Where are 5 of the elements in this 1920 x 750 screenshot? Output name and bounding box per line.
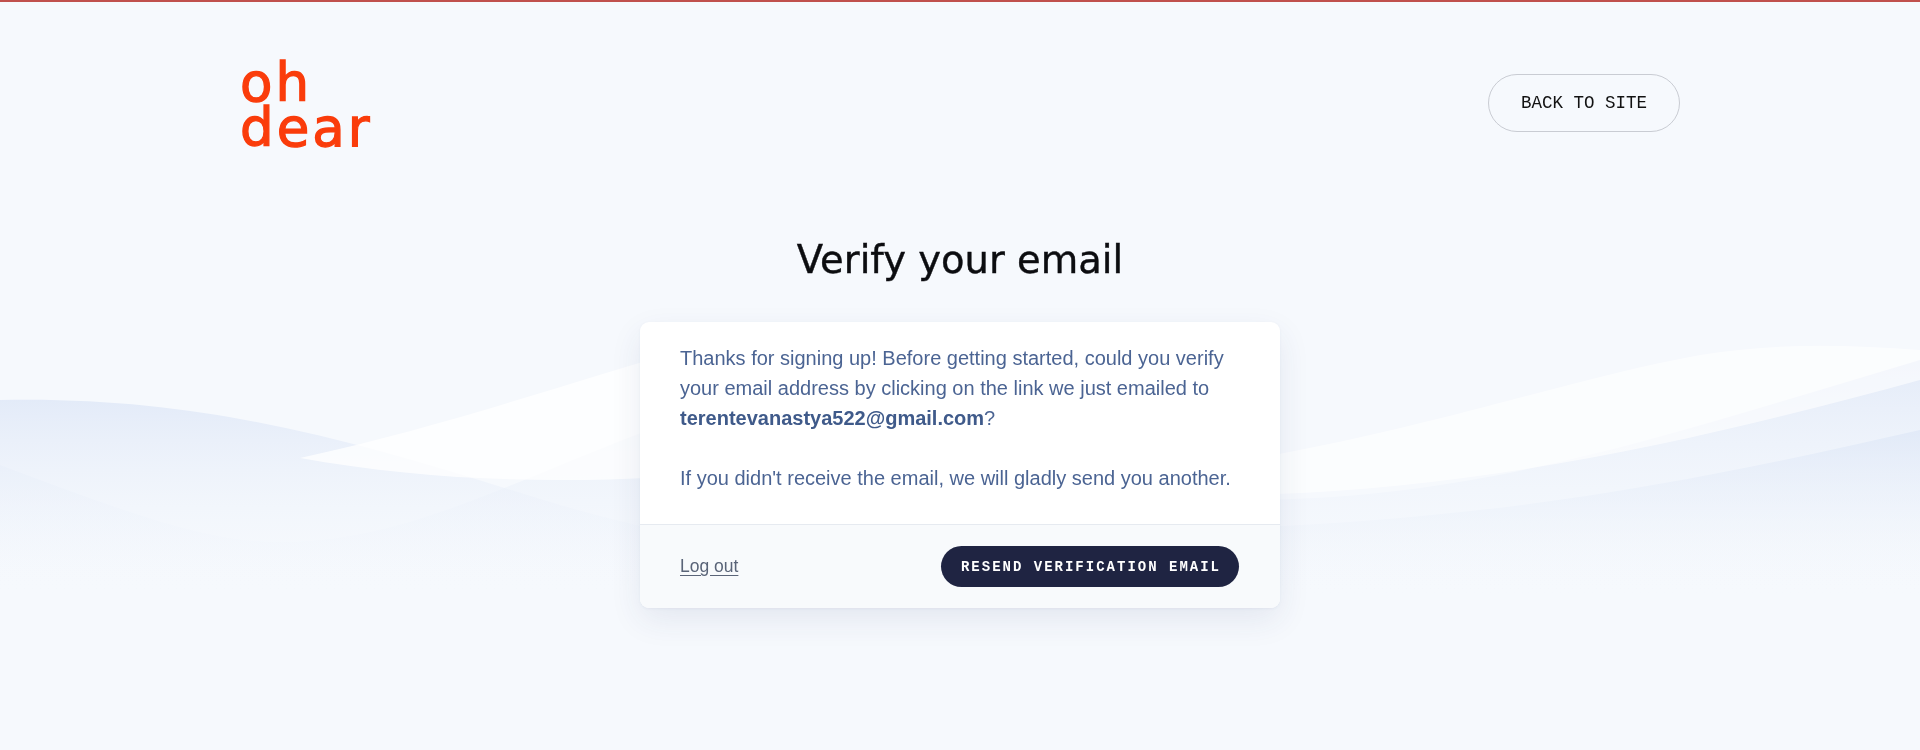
resend-verification-button[interactable]: RESEND VERIFICATION EMAIL (940, 546, 1239, 587)
log-out-link[interactable]: Log out (680, 556, 739, 577)
page-title: Verify your email (796, 237, 1124, 283)
message-paragraph: Thanks for signing up! Before getting started, could you verify your email address by clicking on the link we just emailed to terentevanastya522@gmail.com? (680, 346, 1225, 431)
message-paragraph: If you didn't receive the email, we will gladly send you another. (680, 466, 1232, 491)
